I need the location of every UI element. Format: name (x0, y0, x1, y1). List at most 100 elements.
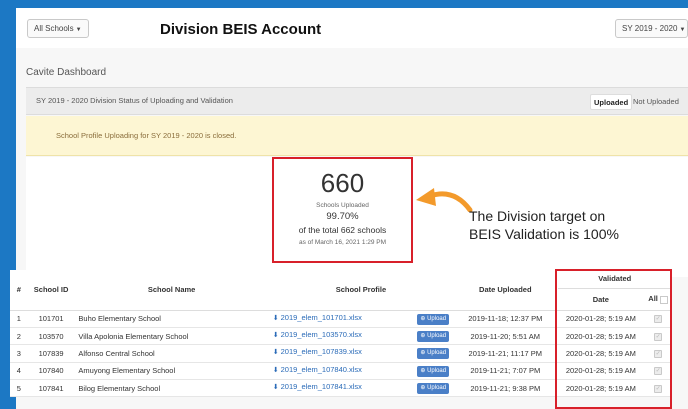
panel-title: SY 2019 - 2020 Division Status of Upload… (36, 96, 233, 105)
upload-button-label: Upload (427, 385, 447, 392)
row-number: 1 (10, 310, 28, 328)
validated-checkbox[interactable]: ✓ (654, 367, 663, 376)
table-row[interactable]: 1 101701 Buho Elementary School ⬇ 2019_el… (10, 310, 672, 328)
row-validated-cell: ✓ (644, 344, 672, 363)
row-validated-cell: ✓ (644, 379, 672, 398)
tab-uploaded[interactable]: Uploaded (590, 94, 633, 110)
school-year-label: SY 2019 - 2020 (622, 24, 678, 33)
as-of-timestamp: as of March 16, 2021 1:29 PM (298, 239, 387, 246)
row-validated-cell: ✓ (644, 327, 672, 346)
status-panel-header: SY 2019 - 2020 Division Status of Upload… (26, 87, 688, 115)
upload-button-label: Upload (427, 350, 447, 357)
profile-file-name: 2019_elem_103570.xlsx (280, 330, 362, 340)
row-school-id: 107839 (27, 344, 75, 363)
all-label: All (648, 294, 658, 304)
upload-icon: ⊕ (420, 367, 426, 374)
download-icon: ⬇ (272, 349, 279, 357)
tab-not-uploaded[interactable]: Not Uploaded (630, 94, 682, 110)
upload-button[interactable]: ⊕ Upload (417, 365, 450, 377)
profile-file-link[interactable]: ⬇ 2019_elem_107840.xlsx (273, 365, 362, 374)
schools-uploaded-count: 660 (320, 168, 365, 198)
upload-percentage: 99.70% (326, 211, 359, 222)
row-validated-date: 2020-01-28; 5:19 AM (557, 379, 645, 398)
download-icon: ⬇ (272, 314, 279, 322)
table-row[interactable]: 3 107839 Alfonso Central School ⬇ 2019_el… (10, 344, 672, 363)
caret-down-icon: ▼ (679, 27, 686, 33)
row-validated-date: 2020-01-28; 5:19 AM (557, 344, 645, 363)
upload-icon: ⊕ (420, 385, 426, 392)
profile-file-name: 2019_elem_101701.xlsx (280, 312, 362, 322)
total-schools-text: of the total 662 schools (298, 225, 387, 235)
col-validated-all: All (644, 288, 672, 311)
target-annotation-line-1: The Division target on (469, 208, 606, 224)
upload-button[interactable]: ⊕ Upload (417, 348, 450, 360)
col-date-uploaded[interactable]: Date Uploaded (453, 270, 558, 311)
profile-file-link[interactable]: ⬇ 2019_elem_103570.xlsx (273, 330, 362, 339)
school-filter-dropdown[interactable]: All Schools ▼ (27, 19, 89, 38)
validated-checkbox[interactable]: ✓ (654, 384, 663, 393)
download-icon: ⬇ (272, 384, 279, 392)
curved-arrow-icon (416, 188, 473, 212)
col-validated-date[interactable]: Date (557, 288, 645, 311)
target-annotation-line-2: BEIS Validation is 100% (469, 226, 619, 242)
row-school-name: Buho Elementary School (74, 310, 269, 328)
upload-button[interactable]: ⊕ Upload (417, 313, 450, 325)
row-school-id: 103570 (27, 327, 75, 346)
profile-file-name: 2019_elem_107841.xlsx (280, 382, 362, 392)
row-number: 3 (10, 344, 28, 363)
page-title: Division BEIS Account (160, 21, 322, 38)
validated-checkbox[interactable]: ✓ (654, 349, 663, 358)
row-date-uploaded: 2019-11-21; 11:17 PM (453, 344, 558, 363)
schools-uploaded-label: Schools Uploaded (316, 202, 369, 209)
upload-stats-box: 660 Schools Uploaded 99.70% of the total… (272, 157, 413, 263)
school-filter-label: All Schools (34, 24, 74, 33)
row-validated-cell: ✓ (644, 310, 672, 328)
row-number: 5 (10, 379, 28, 398)
validated-checkbox[interactable]: ✓ (654, 315, 663, 324)
select-all-checkbox[interactable] (659, 295, 668, 304)
col-school-name[interactable]: School Name (74, 270, 269, 311)
row-school-profile: ⬇ 2019_elem_107841.xlsx ⊕ Upload (268, 379, 454, 398)
row-school-profile: ⬇ 2019_elem_107840.xlsx ⊕ Upload (268, 362, 454, 381)
upload-button-label: Upload (427, 315, 447, 322)
profile-file-link[interactable]: ⬇ 2019_elem_107841.xlsx (273, 382, 362, 391)
schools-table: # School ID School Name School Profile D… (10, 270, 672, 398)
row-school-name: Alfonso Central School (74, 344, 269, 363)
table-row[interactable]: 2 103570 Villa Apolonia Elementary Schoo… (10, 327, 672, 346)
caret-down-icon: ▼ (75, 27, 82, 33)
col-number: # (10, 270, 28, 311)
row-date-uploaded: 2019-11-20; 5:51 AM (453, 327, 558, 346)
col-school-id[interactable]: School ID (27, 270, 75, 311)
table-row[interactable]: 4 107840 Amuyong Elementary School ⬇ 2019… (10, 362, 672, 381)
row-school-name: Amuyong Elementary School (74, 362, 269, 381)
col-school-profile[interactable]: School Profile (268, 270, 454, 311)
profile-file-link[interactable]: ⬇ 2019_elem_101701.xlsx (273, 313, 362, 322)
row-date-uploaded: 2019-11-21; 9:38 PM (453, 379, 558, 398)
row-validated-cell: ✓ (644, 362, 672, 381)
row-number: 4 (10, 362, 28, 381)
profile-file-name: 2019_elem_107840.xlsx (280, 364, 362, 374)
upload-button[interactable]: ⊕ Upload (417, 331, 450, 343)
upload-icon: ⊕ (420, 315, 426, 322)
row-validated-date: 2020-01-28; 5:19 AM (557, 362, 645, 381)
row-school-name: Bilog Elementary School (74, 379, 269, 398)
closed-notice-text: School Profile Uploading for SY 2019 - 2… (56, 131, 237, 140)
upload-button-label: Upload (427, 367, 447, 374)
upload-icon: ⊕ (420, 333, 426, 340)
row-school-profile: ⬇ 2019_elem_101701.xlsx ⊕ Upload (268, 310, 454, 328)
table-row[interactable]: 5 107841 Bilog Elementary School ⬇ 2019_e… (10, 379, 672, 398)
row-school-profile: ⬇ 2019_elem_107839.xlsx ⊕ Upload (268, 344, 454, 363)
row-school-name: Villa Apolonia Elementary School (74, 327, 269, 346)
row-validated-date: 2020-01-28; 5:19 AM (557, 327, 645, 346)
upload-icon: ⊕ (420, 350, 426, 357)
closed-notice: School Profile Uploading for SY 2019 - 2… (26, 116, 688, 156)
row-school-profile: ⬇ 2019_elem_103570.xlsx ⊕ Upload (268, 327, 454, 346)
dashboard-label: Cavite Dashboard (26, 67, 107, 78)
target-annotation: The Division target on BEIS Validation i… (469, 207, 672, 243)
validated-checkbox[interactable]: ✓ (654, 332, 663, 341)
profile-file-link[interactable]: ⬇ 2019_elem_107839.xlsx (273, 347, 362, 356)
row-number: 2 (10, 327, 28, 346)
profile-file-name: 2019_elem_107839.xlsx (280, 347, 362, 357)
upload-button[interactable]: ⊕ Upload (417, 383, 450, 395)
school-year-dropdown[interactable]: SY 2019 - 2020 ▼ (615, 19, 688, 38)
